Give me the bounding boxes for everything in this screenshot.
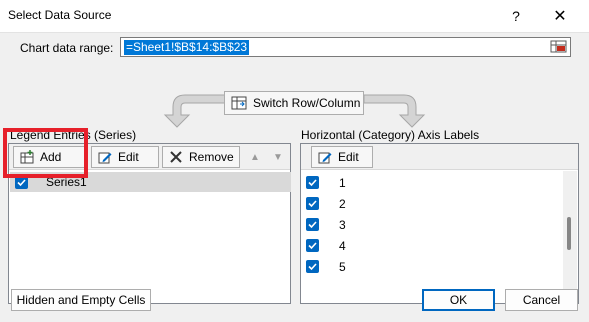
category-label: 1 bbox=[339, 176, 346, 190]
edit-pencil-icon bbox=[98, 152, 112, 164]
category-checkbox[interactable] bbox=[306, 176, 319, 189]
switch-row-column-button[interactable]: Switch Row/Column bbox=[224, 91, 364, 115]
move-up-icon[interactable]: ▲ bbox=[245, 147, 265, 167]
remove-series-button[interactable]: Remove bbox=[162, 146, 240, 168]
check-icon bbox=[308, 221, 317, 229]
axis-toolbar: Edit bbox=[301, 144, 578, 170]
axis-edit-label: Edit bbox=[338, 150, 359, 164]
edit-pencil-icon bbox=[318, 152, 332, 164]
edit-series-button[interactable]: Edit bbox=[91, 146, 159, 168]
dialog-body: Chart data range: =Sheet1!$B$14:$B$23 Sw… bbox=[0, 32, 589, 322]
left-curved-arrow-icon bbox=[163, 94, 226, 128]
category-label: 5 bbox=[339, 260, 346, 274]
scrollbar-thumb[interactable] bbox=[567, 217, 571, 250]
category-label: 3 bbox=[339, 218, 346, 232]
edit-label: Edit bbox=[118, 150, 139, 164]
chart-data-range-label: Chart data range: bbox=[20, 41, 114, 55]
cancel-button[interactable]: Cancel bbox=[505, 289, 578, 311]
category-list-item[interactable]: 5 bbox=[302, 256, 564, 277]
category-checkbox[interactable] bbox=[306, 260, 319, 273]
right-curved-arrow-icon bbox=[363, 94, 426, 128]
category-label: 4 bbox=[339, 239, 346, 253]
category-checkbox[interactable] bbox=[306, 197, 319, 210]
switch-table-icon bbox=[231, 96, 247, 110]
remove-x-icon bbox=[170, 151, 182, 163]
category-list-item[interactable]: 4 bbox=[302, 235, 564, 256]
category-list-item[interactable]: 1 bbox=[302, 172, 564, 193]
hidden-empty-cells-label: Hidden and Empty Cells bbox=[16, 293, 146, 307]
category-list-item[interactable]: 3 bbox=[302, 214, 564, 235]
category-list-item[interactable]: 2 bbox=[302, 193, 564, 214]
check-icon bbox=[308, 179, 317, 187]
dialog-title: Select Data Source bbox=[8, 8, 112, 22]
category-checkbox[interactable] bbox=[306, 239, 319, 252]
axis-labels-scrollbar[interactable] bbox=[563, 171, 577, 303]
chart-data-range-input[interactable]: =Sheet1!$B$14:$B$23 bbox=[120, 37, 571, 57]
range-picker-icon[interactable] bbox=[550, 39, 568, 55]
chart-data-range-value: =Sheet1!$B$14:$B$23 bbox=[124, 40, 250, 55]
help-button[interactable]: ? bbox=[494, 2, 538, 30]
ok-label: OK bbox=[449, 293, 468, 307]
edit-axis-labels-button[interactable]: Edit bbox=[311, 146, 373, 168]
check-icon bbox=[308, 200, 317, 208]
add-button-highlight bbox=[3, 128, 88, 178]
check-icon bbox=[308, 263, 317, 271]
remove-label: Remove bbox=[189, 150, 234, 164]
cancel-label: Cancel bbox=[522, 293, 561, 307]
move-down-icon[interactable]: ▼ bbox=[268, 147, 288, 167]
axis-labels-label: Horizontal (Category) Axis Labels bbox=[301, 128, 480, 142]
close-button[interactable]: ✕ bbox=[538, 2, 582, 30]
category-label: 2 bbox=[339, 197, 346, 211]
check-icon bbox=[308, 242, 317, 250]
axis-labels-panel: Edit 1 2 3 4 5 bbox=[300, 143, 579, 304]
ok-button[interactable]: OK bbox=[422, 289, 495, 311]
hidden-empty-cells-button[interactable]: Hidden and Empty Cells bbox=[11, 289, 151, 311]
category-checkbox[interactable] bbox=[306, 218, 319, 231]
check-icon bbox=[17, 179, 26, 187]
title-bar: Select Data Source ? ✕ bbox=[0, 0, 589, 32]
switch-row-column-label: Switch Row/Column bbox=[253, 96, 361, 110]
